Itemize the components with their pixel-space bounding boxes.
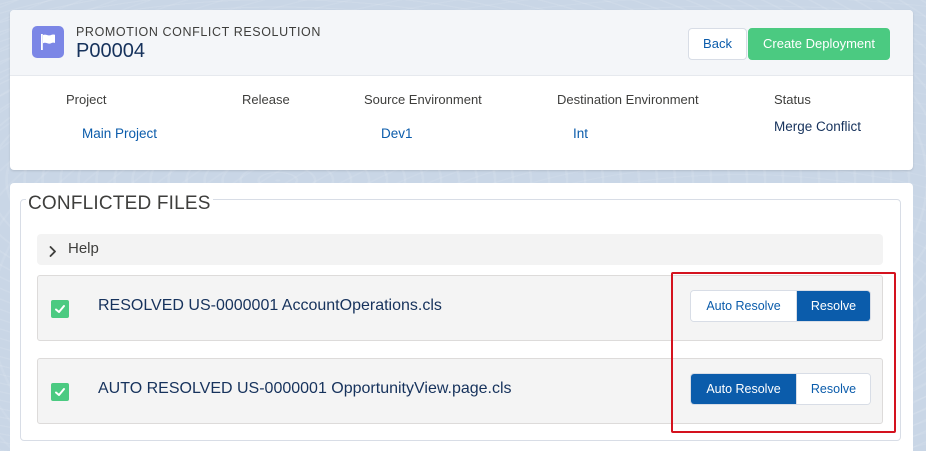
release-label: Release — [242, 92, 290, 107]
help-section-toggle[interactable]: Help — [37, 234, 883, 265]
project-label: Project — [66, 92, 107, 107]
file-name: AUTO RESOLVED US-0000001 OpportunityView… — [98, 380, 512, 397]
resolve-button[interactable]: Resolve — [796, 291, 870, 321]
project-link[interactable]: Main Project — [82, 126, 157, 141]
record-header-card: PROMOTION CONFLICT RESOLUTION P00004 Bac… — [10, 10, 913, 170]
record-header: PROMOTION CONFLICT RESOLUTION P00004 Bac… — [10, 10, 913, 76]
source-environment-link[interactable]: Dev1 — [381, 126, 413, 141]
conflict-file-row: RESOLVED US-0000001 AccountOperations.cl… — [37, 275, 883, 341]
source-environment-label: Source Environment — [364, 92, 482, 107]
status-value: Merge Conflict — [774, 119, 862, 134]
auto-resolve-button[interactable]: Auto Resolve — [691, 291, 796, 321]
destination-environment-link[interactable]: Int — [573, 126, 588, 141]
record-type-label: PROMOTION CONFLICT RESOLUTION — [76, 25, 321, 39]
record-fields: Project Main Project Release Source Envi… — [10, 76, 913, 170]
resolution-toggle: Auto Resolve Resolve — [690, 373, 871, 405]
conflict-file-row: AUTO RESOLVED US-0000001 OpportunityView… — [37, 358, 883, 424]
create-deployment-button[interactable]: Create Deployment — [748, 28, 890, 60]
checkbox-checked-icon[interactable] — [51, 383, 69, 401]
page-title: P00004 — [76, 40, 145, 62]
file-name: RESOLVED US-0000001 AccountOperations.cl… — [98, 297, 442, 314]
destination-environment-label: Destination Environment — [557, 92, 699, 107]
help-label: Help — [68, 240, 99, 257]
back-button[interactable]: Back — [688, 28, 747, 60]
conflicted-files-card: CONFLICTED FILES Help RESOLVED US-000000… — [10, 183, 913, 451]
chevron-right-icon — [49, 244, 57, 262]
section-title: CONFLICTED FILES — [26, 193, 213, 215]
status-label: Status — [774, 92, 811, 107]
flag-icon — [32, 26, 64, 58]
checkbox-checked-icon[interactable] — [51, 300, 69, 318]
resolution-toggle: Auto Resolve Resolve — [690, 290, 871, 322]
auto-resolve-button[interactable]: Auto Resolve — [691, 374, 796, 404]
resolve-button[interactable]: Resolve — [796, 374, 870, 404]
